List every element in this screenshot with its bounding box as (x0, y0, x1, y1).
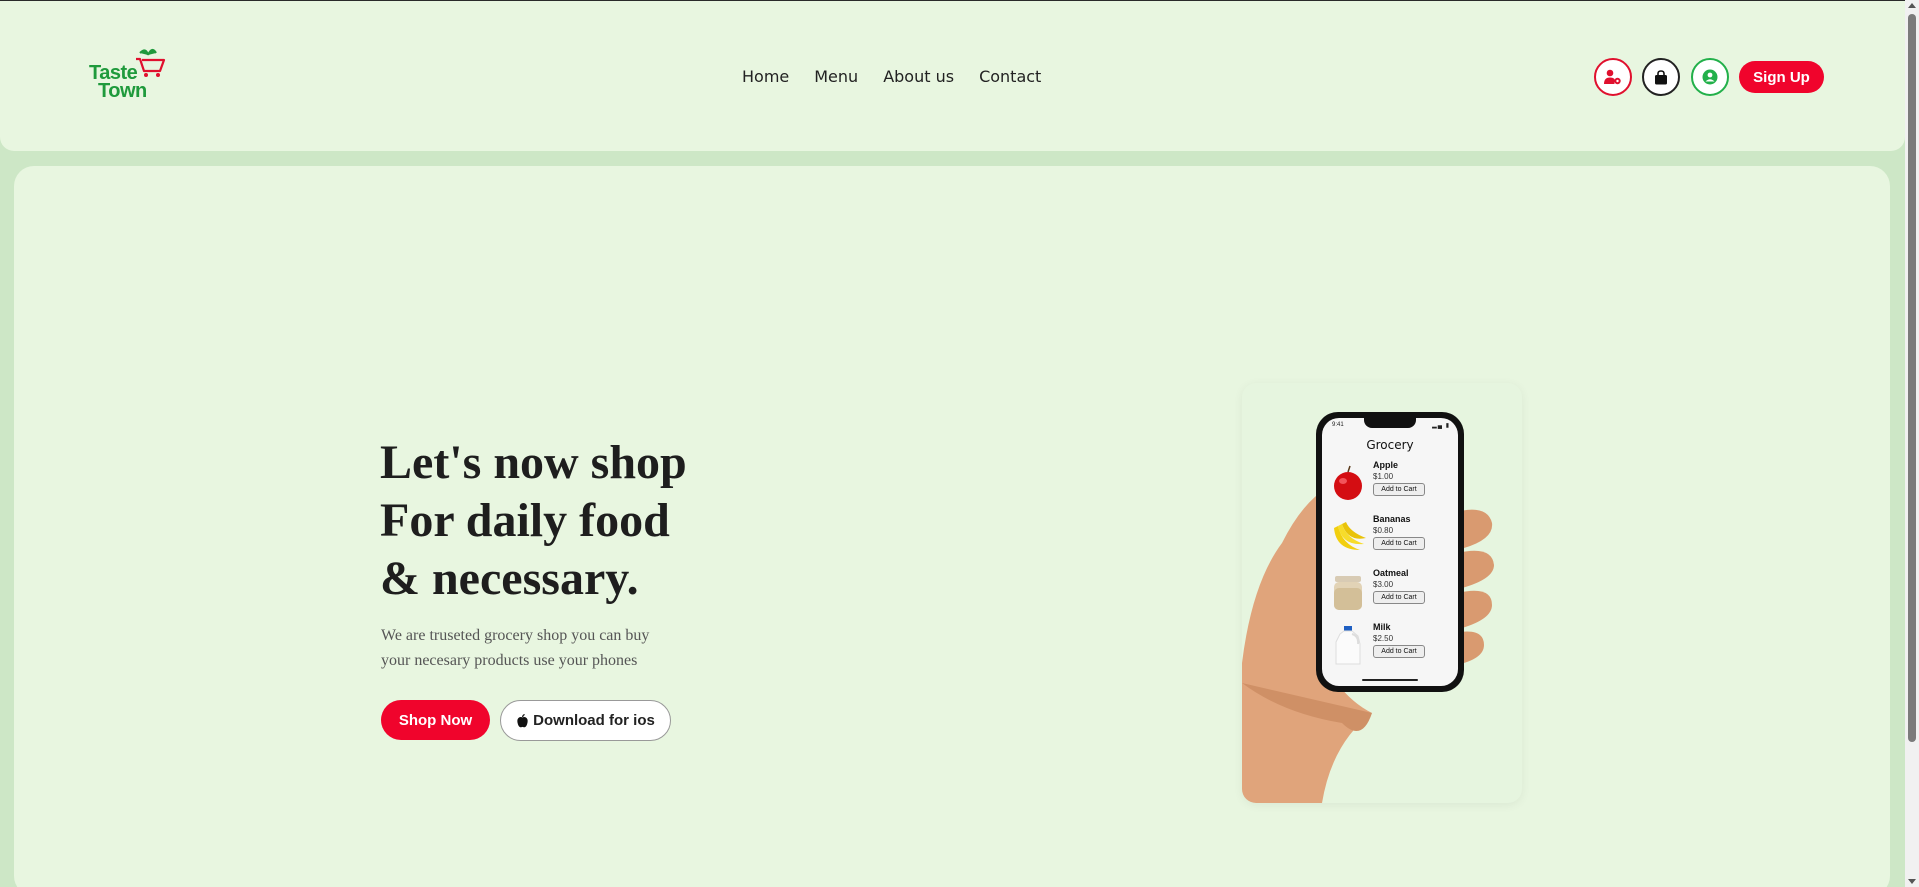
apple-icon (517, 713, 528, 727)
add-to-cart-button[interactable]: Add to Cart (1373, 591, 1425, 604)
shopping-bag-icon (1655, 69, 1667, 84)
cart-button[interactable] (1642, 58, 1680, 96)
hero-headline: Let's now shop For daily food & necessar… (380, 434, 687, 608)
brand-name-line2: Town (98, 80, 147, 102)
grocery-item-milk: Milk $2.50 Add to Cart (1328, 622, 1452, 672)
nav-about-link[interactable]: About us (883, 67, 954, 87)
scrollbar-thumb[interactable] (1908, 14, 1916, 742)
download-ios-button[interactable]: Download for ios (500, 700, 671, 741)
headline-line-1: Let's now shop (380, 436, 687, 489)
item-name: Bananas (1373, 514, 1411, 524)
status-time: 9:41 (1332, 422, 1344, 428)
scroll-up-arrow-icon[interactable] (1908, 3, 1916, 8)
page-scrollbar[interactable] (1905, 0, 1919, 887)
shop-now-button[interactable]: Shop Now (381, 700, 490, 740)
cart-icon (136, 49, 166, 77)
hero-description: We are truseted grocery shop you can buy… (381, 623, 649, 673)
main-nav: Home Menu About us Contact (742, 67, 1066, 87)
item-price: $3.00 (1373, 580, 1394, 589)
nav-menu-link[interactable]: Menu (814, 67, 858, 87)
grocery-item-apple: Apple $1.00 Add to Cart (1328, 460, 1452, 510)
nav-contact-link[interactable]: Contact (979, 67, 1041, 87)
headline-line-2: For daily food (380, 494, 670, 547)
grocery-item-bananas: Bananas $0.80 Add to Cart (1328, 514, 1452, 564)
item-name: Oatmeal (1373, 568, 1409, 578)
apple-image (1328, 462, 1368, 506)
nav-home-link[interactable]: Home (742, 67, 789, 87)
add-to-cart-button[interactable]: Add to Cart (1373, 645, 1425, 658)
user-circle-icon (1702, 69, 1718, 85)
add-to-cart-button[interactable]: Add to Cart (1373, 537, 1425, 550)
phone-screen: 9:41 ▂▄ ▮ Grocery Apple $1.00 Add to Car… (1322, 418, 1458, 686)
phone-device: 9:41 ▂▄ ▮ Grocery Apple $1.00 Add to Car… (1316, 412, 1464, 692)
admin-button[interactable] (1594, 58, 1632, 96)
oatmeal-image (1328, 570, 1368, 614)
site-header: Taste Town Home Menu About us Contact Si… (0, 1, 1905, 151)
hero-phone-image: 9:41 ▂▄ ▮ Grocery Apple $1.00 Add to Car… (1242, 383, 1522, 803)
profile-button[interactable] (1691, 58, 1729, 96)
grocery-title: Grocery (1366, 438, 1414, 452)
user-gear-icon (1604, 69, 1621, 85)
item-price: $2.50 (1373, 634, 1394, 643)
status-icons: ▂▄ ▮ (1432, 423, 1450, 429)
item-price: $0.80 (1373, 526, 1394, 535)
download-ios-label: Download for ios (533, 712, 655, 729)
item-name: Apple (1373, 460, 1399, 470)
add-to-cart-button[interactable]: Add to Cart (1373, 483, 1425, 496)
home-indicator (1362, 679, 1418, 681)
scroll-down-arrow-icon[interactable] (1908, 879, 1916, 884)
grocery-item-oatmeal: Oatmeal $3.00 Add to Cart (1328, 568, 1452, 618)
bananas-image (1328, 516, 1368, 560)
milk-image (1328, 624, 1368, 668)
signup-button[interactable]: Sign Up (1739, 61, 1824, 93)
item-price: $1.00 (1373, 472, 1394, 481)
phone-notch (1364, 418, 1416, 428)
hero-section (14, 166, 1890, 887)
description-line-2: your necesary products use your phones (381, 652, 638, 669)
headline-line-3: & necessary. (380, 552, 639, 605)
brand-logo[interactable]: Taste Town (88, 47, 178, 103)
item-name: Milk (1373, 622, 1391, 632)
description-line-1: We are truseted grocery shop you can buy (381, 627, 650, 644)
